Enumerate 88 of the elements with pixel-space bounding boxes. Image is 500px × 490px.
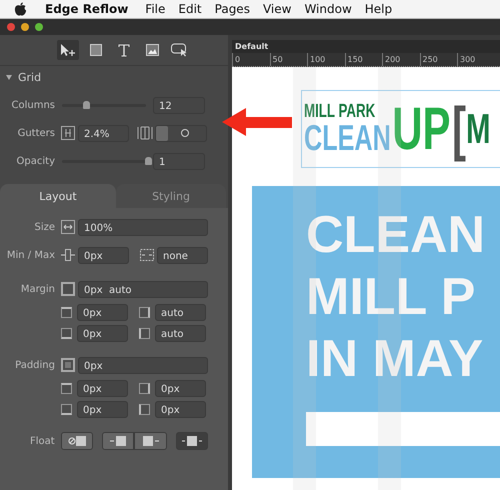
rectangle-icon — [90, 44, 102, 56]
ruler-number: 0 — [232, 53, 270, 66]
field-label: Float — [28, 436, 55, 446]
field-label: Padding — [14, 360, 55, 370]
slider-thumb[interactable] — [145, 157, 152, 165]
ruler-number: 100 — [307, 53, 344, 66]
width-icon — [61, 220, 75, 234]
center-icon — [182, 436, 202, 446]
pointer-arrow — [222, 107, 292, 137]
float-button[interactable] — [134, 432, 168, 450]
input-field[interactable]: 0px — [78, 246, 129, 264]
section-title: Grid — [18, 70, 42, 84]
max-width-icon — [140, 248, 154, 262]
field-label: Margin — [20, 284, 55, 294]
input-field[interactable]: 0px — [77, 325, 128, 342]
input-field[interactable]: auto — [155, 304, 206, 321]
logo-text: CLEAN — [304, 120, 391, 156]
padding-side-icon[interactable] — [61, 383, 72, 394]
input-field[interactable]: 0px — [155, 401, 206, 418]
float-button[interactable] — [102, 432, 134, 450]
close-button[interactable] — [7, 23, 15, 31]
padding-side-icon[interactable] — [61, 404, 72, 415]
margin-side-icon[interactable] — [61, 328, 72, 339]
pointer-icon — [59, 43, 77, 57]
ruler-number: 50 — [270, 53, 307, 66]
min-width-icon — [61, 248, 75, 262]
padding-side-icon[interactable] — [139, 404, 150, 415]
tab[interactable]: Layout — [0, 184, 116, 208]
menu-item[interactable]: Pages — [214, 2, 250, 16]
field-label: Opacity — [16, 156, 55, 166]
gutter-icon — [61, 126, 75, 140]
input-field[interactable]: 0px — [78, 356, 208, 374]
ruler-number: 150 — [344, 53, 382, 66]
slider-thumb[interactable] — [83, 101, 90, 109]
logo-text: [ — [452, 99, 466, 159]
breakpoint-bar[interactable]: Default — [232, 40, 500, 53]
input-field[interactable]: 0px — [77, 401, 128, 418]
field-label: Gutters — [16, 128, 55, 138]
input-field[interactable]: 0px auto — [78, 280, 208, 298]
float-button[interactable] — [176, 432, 208, 450]
margin-side-icon[interactable] — [139, 328, 150, 339]
margin-side-icon[interactable] — [139, 307, 150, 318]
app-menu[interactable]: Edge Reflow — [45, 2, 128, 16]
padding-side-icon[interactable] — [139, 383, 150, 394]
disclosure-triangle-icon[interactable] — [6, 74, 12, 80]
text-tool-icon — [118, 44, 130, 56]
menu-item[interactable]: Help — [364, 2, 392, 16]
minimize-button[interactable] — [21, 23, 29, 31]
field-label: Columns — [10, 100, 55, 110]
hero-headline: CLEAN — [306, 205, 486, 266]
float-button[interactable] — [60, 432, 93, 450]
margin-all-icon[interactable] — [61, 282, 75, 296]
logo-text: UP — [392, 99, 451, 159]
input-field[interactable]: 0px — [155, 380, 206, 397]
menu-item[interactable]: File — [145, 2, 166, 16]
columns-icon — [137, 126, 153, 140]
input-field[interactable]: 100% — [78, 218, 208, 236]
input-field[interactable]: auto — [155, 325, 206, 342]
ruler-number: 300 — [457, 53, 494, 66]
image-icon — [146, 44, 158, 56]
input-field[interactable]: 12 — [153, 96, 205, 114]
padding-all-icon[interactable] — [61, 358, 75, 372]
field-label: Min / Max — [6, 250, 55, 260]
menu-item[interactable]: View — [262, 2, 292, 16]
input-field[interactable]: 1 — [153, 152, 205, 170]
float-left-icon — [110, 436, 126, 446]
toggle-switch[interactable] — [155, 124, 207, 142]
menu-item[interactable]: Window — [304, 2, 352, 16]
float-right-icon — [142, 436, 159, 446]
tool-button[interactable] — [57, 40, 79, 60]
button-tool-icon — [171, 43, 189, 57]
breakpoint-label: Default — [235, 42, 268, 51]
input-field[interactable]: 0px — [77, 380, 128, 397]
no-float-icon — [68, 436, 86, 446]
margin-side-icon[interactable] — [61, 307, 72, 318]
menu-item[interactable]: Edit — [178, 2, 202, 16]
logo-text: MILL PARK — [304, 102, 376, 121]
field-label: Size — [33, 222, 55, 232]
ruler-number: 200 — [382, 53, 420, 66]
zoom-button[interactable] — [35, 23, 43, 31]
logo-icon[interactable] — [14, 2, 27, 16]
hero-headline: MILL P — [306, 267, 476, 328]
hero-headline: IN MAY — [306, 329, 484, 390]
input-field[interactable]: none — [157, 246, 208, 264]
ruler-number: 250 — [420, 53, 457, 66]
input-field[interactable]: 0px — [77, 304, 128, 321]
logo-text: M — [466, 108, 490, 150]
input-field[interactable]: 2.4% — [78, 124, 129, 142]
